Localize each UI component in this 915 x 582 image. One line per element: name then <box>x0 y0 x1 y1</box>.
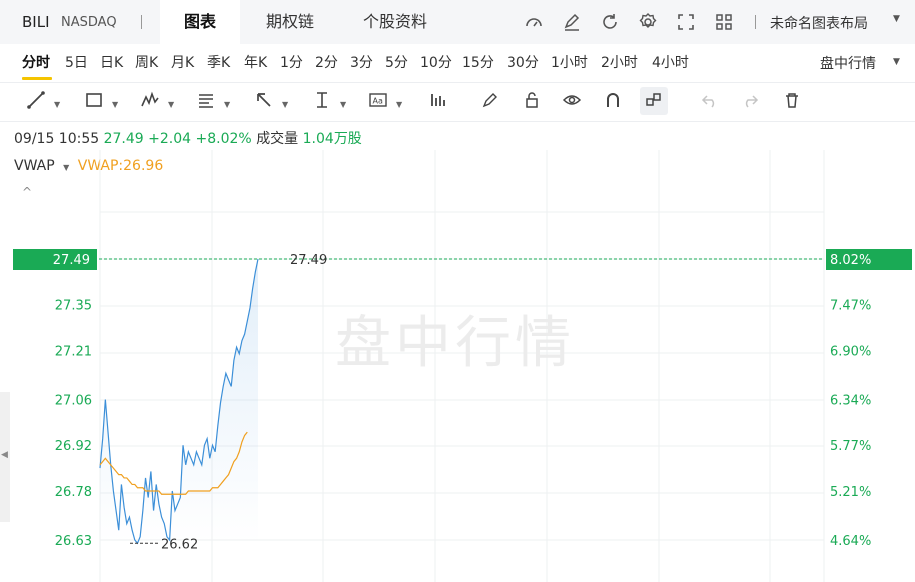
svg-text:Aa: Aa <box>373 97 383 106</box>
low-price-annotation: 26.62 <box>161 537 198 552</box>
undo-icon[interactable] <box>700 90 720 112</box>
drawing-toolbar <box>0 82 915 122</box>
period-12[interactable]: 15分 <box>462 52 494 72</box>
grid-icon[interactable] <box>714 12 734 32</box>
period-0[interactable]: 分时 <box>22 52 50 72</box>
pattern-tool-icon[interactable]: ▼ <box>140 90 174 112</box>
redo-icon[interactable] <box>740 90 760 112</box>
magnet-icon[interactable] <box>603 90 623 112</box>
y-tick-label: 27.49 <box>53 253 90 268</box>
pct-tick-label: 7.47% <box>830 299 871 314</box>
quote-change-pct: +8.02% <box>195 131 252 147</box>
period-11[interactable]: 10分 <box>420 52 452 72</box>
line-tool-icon[interactable]: ▼ <box>26 90 60 112</box>
chevron-down-icon[interactable]: ▼ <box>893 14 900 24</box>
volume-value: 1.04万股 <box>302 131 362 147</box>
gear-icon[interactable] <box>638 12 658 32</box>
period-5[interactable]: 季K <box>207 52 230 72</box>
period-3[interactable]: 周K <box>135 52 158 72</box>
y-tick-label: 26.63 <box>55 534 92 549</box>
fullscreen-icon[interactable] <box>676 12 696 32</box>
chevron-down-icon[interactable]: ▼ <box>396 94 402 116</box>
quote-change: +2.04 <box>148 131 192 147</box>
pct-tick-label: 6.34% <box>830 394 871 409</box>
chevron-down-icon[interactable]: ▼ <box>54 94 60 116</box>
period-4[interactable]: 月K <box>171 52 194 72</box>
period-7[interactable]: 1分 <box>280 52 303 72</box>
measure-tool-icon[interactable]: ▼ <box>312 90 346 112</box>
exchange-label: NASDAQ <box>61 15 117 30</box>
chevron-down-icon[interactable]: ▼ <box>340 94 346 116</box>
period-10[interactable]: 5分 <box>385 52 408 72</box>
y-tick-label: 27.35 <box>55 299 92 314</box>
tab-chart[interactable]: 图表 <box>160 0 240 44</box>
period-13[interactable]: 30分 <box>507 52 539 72</box>
layout-select[interactable]: 未命名图表布局 <box>770 13 868 33</box>
chevron-down-icon[interactable]: ▼ <box>282 94 288 116</box>
header-divider-2 <box>755 15 756 29</box>
session-select[interactable]: 盘中行情 <box>820 53 876 73</box>
text-tool-icon[interactable]: Aa ▼ <box>368 90 402 112</box>
gauge-icon[interactable] <box>524 12 544 32</box>
pct-tick-label: 6.90% <box>830 344 871 359</box>
pencil-icon[interactable] <box>480 90 500 112</box>
pct-tick-label: 4.64% <box>830 534 871 549</box>
period-9[interactable]: 3分 <box>350 52 373 72</box>
link-icon[interactable] <box>644 90 664 112</box>
period-2[interactable]: 日K <box>100 52 123 72</box>
quote-price: 27.49 <box>103 131 144 147</box>
y-tick-label: 27.21 <box>55 344 92 359</box>
period-bar: 分时 5日 日K 周K 月K 季K 年K 1分 2分 3分 5分 10分 15分 30分 1小时 2小时 4小时 <box>0 44 915 80</box>
quote-info-line: 09/15 10:55 27.49 +2.04 +8.02% 成交量 1.04万… <box>14 128 362 148</box>
chevron-down-icon[interactable]: ▼ <box>112 94 118 116</box>
lock-icon[interactable] <box>522 90 542 112</box>
bar-chart-icon[interactable] <box>428 90 448 112</box>
trash-icon[interactable] <box>782 90 802 112</box>
chevron-down-icon[interactable]: ▼ <box>168 94 174 116</box>
tab-stock-profile[interactable]: 个股资料 <box>350 0 440 44</box>
period-1[interactable]: 5日 <box>65 52 88 72</box>
pct-tick-label: 8.02% <box>830 253 871 268</box>
period-15[interactable]: 2小时 <box>601 52 638 72</box>
chevron-down-icon[interactable]: ▼ <box>224 94 230 116</box>
chevron-down-icon[interactable]: ▼ <box>893 57 900 67</box>
y-tick-label: 26.78 <box>55 485 92 500</box>
period-14[interactable]: 1小时 <box>551 52 588 72</box>
pct-tick-label: 5.21% <box>830 485 871 500</box>
tab-options-chain[interactable]: 期权链 <box>255 0 325 44</box>
volume-label: 成交量 <box>256 131 299 147</box>
refresh-icon[interactable] <box>600 12 620 32</box>
edit-icon[interactable] <box>562 12 582 32</box>
period-16[interactable]: 4小时 <box>652 52 689 72</box>
pct-tick-label: 5.77% <box>830 439 871 454</box>
header-divider <box>141 15 142 29</box>
period-6[interactable]: 年K <box>244 52 267 72</box>
watermark-text: 盘中行情 <box>335 311 575 376</box>
y-tick-label: 27.06 <box>55 394 92 409</box>
fib-tool-icon[interactable]: ▼ <box>196 90 230 112</box>
period-8[interactable]: 2分 <box>315 52 338 72</box>
rectangle-tool-icon[interactable]: ▼ <box>84 90 118 112</box>
ticker-symbol: BILI <box>22 13 50 31</box>
y-tick-label: 26.92 <box>55 439 92 454</box>
active-period-indicator <box>22 77 52 80</box>
quote-datetime: 09/15 10:55 <box>14 131 100 147</box>
current-price-annotation: 27.49 <box>290 253 327 268</box>
eye-icon[interactable] <box>562 90 582 112</box>
arrow-tool-icon[interactable]: ▼ <box>254 90 288 112</box>
